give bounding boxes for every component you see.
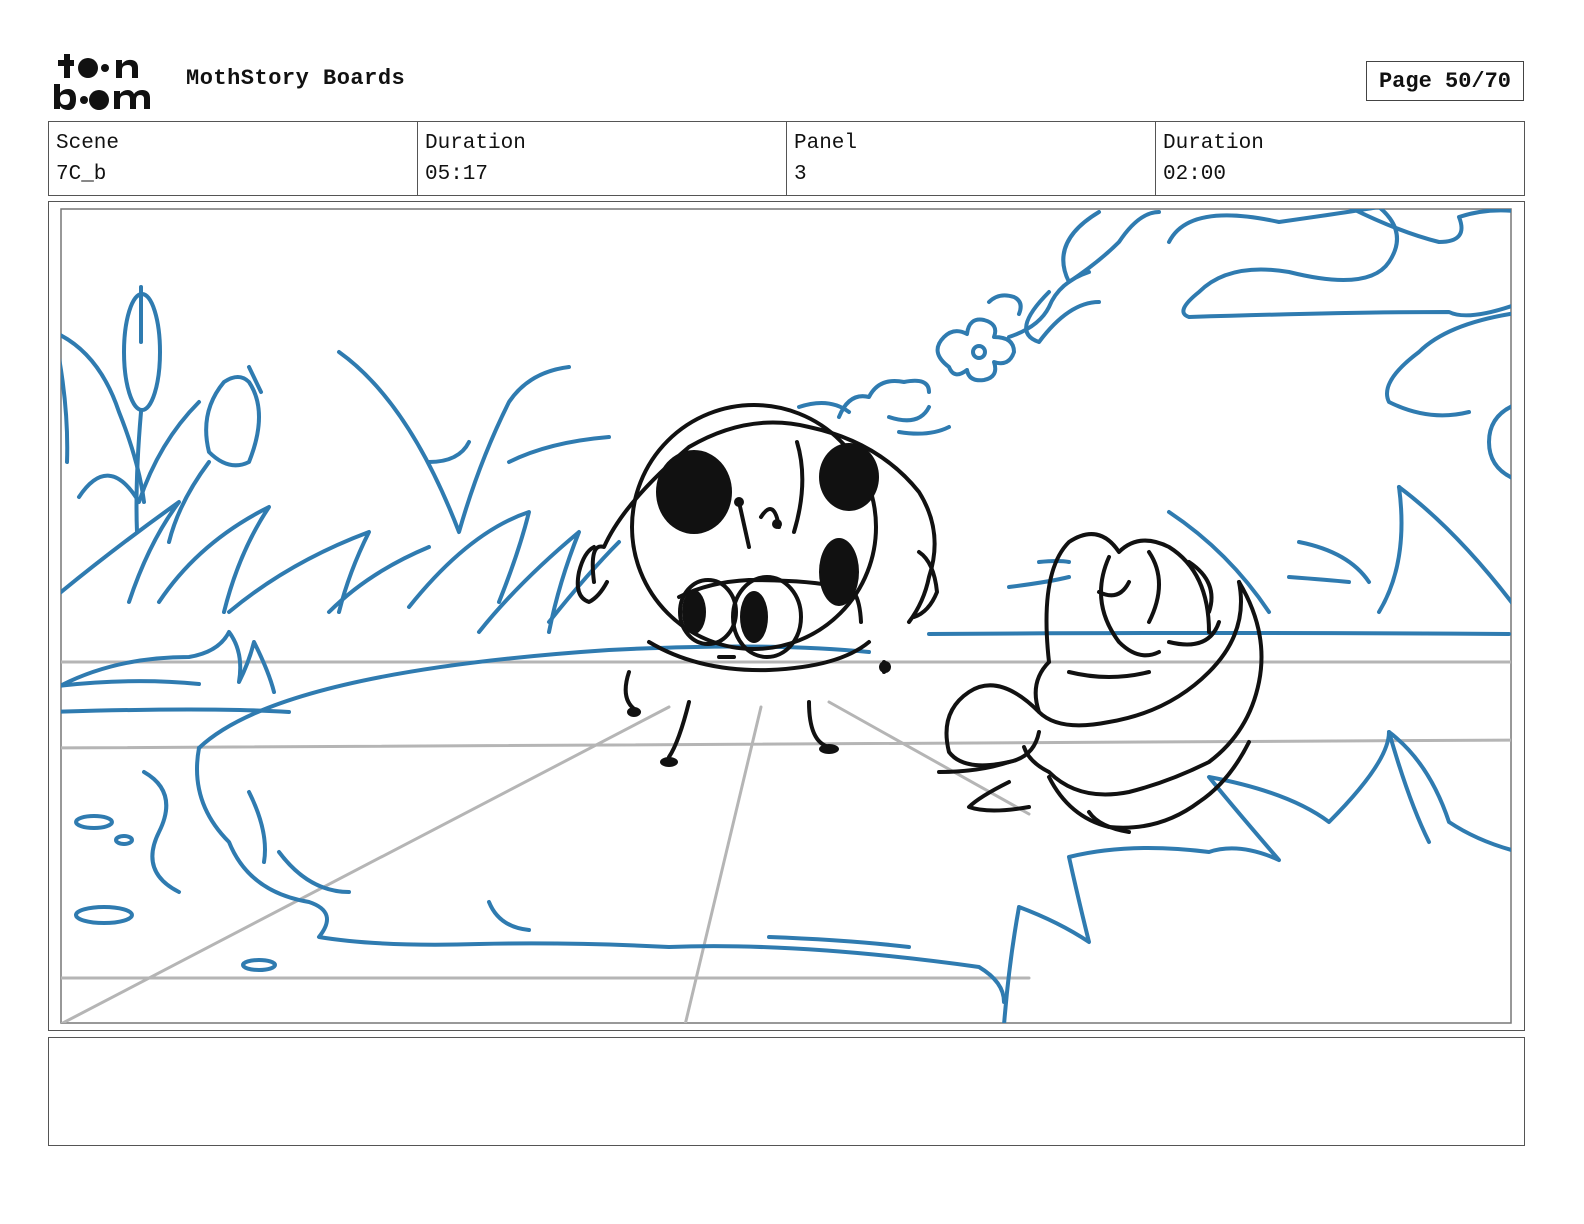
ladybug-character xyxy=(575,403,939,759)
grub-character xyxy=(937,532,1264,834)
panel-duration-value: 02:00 xyxy=(1163,163,1227,186)
toon-boom-logo xyxy=(54,54,150,110)
storyboard-sketch xyxy=(60,208,1512,1024)
panel-cell: Panel 3 xyxy=(787,122,1156,195)
panel-notes-text xyxy=(49,1038,1524,1054)
background-sketch xyxy=(61,209,1511,1023)
page-indicator: Page 50/70 xyxy=(1366,61,1524,101)
panel-duration-cell: Duration 02:00 xyxy=(1156,122,1524,195)
scene-duration-label: Duration xyxy=(425,132,526,155)
scene-cell: Scene 7C_b xyxy=(49,122,418,195)
scene-info-table: Scene 7C_b Duration 05:17 Panel 3 Durati… xyxy=(48,121,1525,196)
panel-value: 3 xyxy=(794,163,807,186)
panel-notes-box xyxy=(48,1037,1525,1146)
storyboard-panel-frame xyxy=(48,201,1525,1031)
scene-duration-cell: Duration 05:17 xyxy=(418,122,787,195)
scene-label: Scene xyxy=(56,132,120,155)
panel-duration-label: Duration xyxy=(1163,132,1264,155)
document-title: MothStory Boards xyxy=(186,66,406,91)
scene-value: 7C_b xyxy=(56,163,107,186)
safe-area-border xyxy=(60,208,1512,1024)
panel-label: Panel xyxy=(794,132,858,155)
scene-duration-value: 05:17 xyxy=(425,163,489,186)
